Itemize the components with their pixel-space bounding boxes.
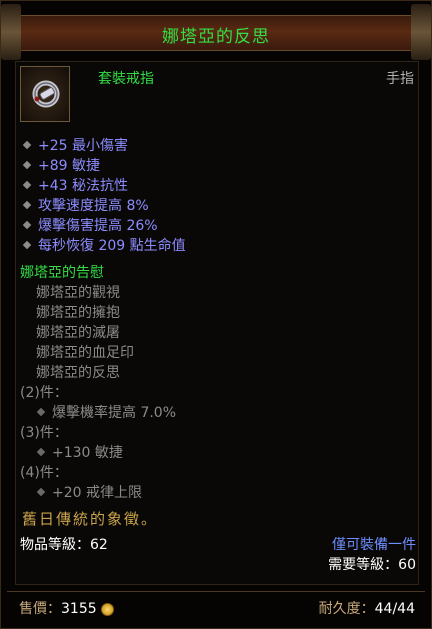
set-piece: 娜塔亞的滅屠 xyxy=(36,325,120,341)
set-bonus-count: (3)件： xyxy=(20,425,68,441)
bullet-icon xyxy=(22,240,32,250)
item-type: 套裝戒指 xyxy=(98,71,154,87)
durability-label: 耐久度： xyxy=(318,601,375,617)
item-level: 物品等級：62 xyxy=(20,537,108,553)
affix-line: 每秒恢復 209 點生命值 xyxy=(22,236,186,256)
item-name: 娜塔亞的反思 xyxy=(162,27,270,47)
set-bonus-effect: +130 敏捷 xyxy=(36,442,123,462)
durability: 耐久度：44/44 xyxy=(319,598,415,618)
item-icon-frame xyxy=(20,66,70,122)
set-bonus-count: (4)件： xyxy=(20,465,68,481)
set-bonus-text: +20 戒律上限 xyxy=(52,485,142,501)
tooltip-body: 套裝戒指 手指 +25 最小傷害 +89 敏捷 +43 秘法抗性 攻擊速度提高 … xyxy=(15,61,419,585)
set-bonus-effect: 爆擊機率提高 7.0% xyxy=(36,402,177,422)
bullet-icon xyxy=(36,407,46,417)
equip-restriction: 僅可裝備一件 xyxy=(332,537,416,553)
affix-text: 每秒恢復 209 點生命值 xyxy=(38,238,186,254)
gold-coin-icon xyxy=(100,602,114,616)
item-tooltip: 娜塔亞的反思 套裝戒指 手指 +25 最小傷害 +89 敏捷 +43 秘法抗性 … xyxy=(0,0,432,629)
affix-line: +25 最小傷害 xyxy=(22,136,128,156)
title-bar: 娜塔亞的反思 xyxy=(1,4,431,60)
flavor-text: 舊日傳統的象徵。 xyxy=(22,510,159,528)
sell-price-label: 售價： xyxy=(19,601,61,617)
required-level: 需要等級：60 xyxy=(328,557,416,573)
durability-value: 44/44 xyxy=(374,601,415,617)
set-name: 娜塔亞的告慰 xyxy=(20,265,104,281)
set-piece: 娜塔亞的血足印 xyxy=(36,345,134,361)
tooltip-footer: 售價：3155 耐久度：44/44 xyxy=(7,591,425,622)
affix-text: +43 秘法抗性 xyxy=(38,178,128,194)
bullet-icon xyxy=(22,180,32,190)
affix-text: +89 敏捷 xyxy=(38,158,100,174)
set-bonus-count: (2)件： xyxy=(20,385,68,401)
bullet-icon xyxy=(22,160,32,170)
bullet-icon xyxy=(36,447,46,457)
set-piece: 娜塔亞的擁抱 xyxy=(36,305,120,321)
affix-text: +25 最小傷害 xyxy=(38,138,128,154)
set-piece: 娜塔亞的觀視 xyxy=(36,285,120,301)
sell-price: 售價：3155 xyxy=(19,598,114,618)
set-bonus-effect: +20 戒律上限 xyxy=(36,482,142,502)
ring-icon xyxy=(32,80,60,108)
affix-line: 攻擊速度提高 8% xyxy=(22,196,149,216)
affix-text: 爆擊傷害提高 26% xyxy=(38,218,158,234)
bullet-icon xyxy=(22,140,32,150)
set-piece: 娜塔亞的反思 xyxy=(36,365,120,381)
affix-line: 爆擊傷害提高 26% xyxy=(22,216,158,236)
affix-line: +89 敏捷 xyxy=(22,156,100,176)
item-slot: 手指 xyxy=(386,71,414,87)
bullet-icon xyxy=(36,487,46,497)
set-bonus-text: +130 敏捷 xyxy=(52,445,123,461)
bullet-icon xyxy=(22,200,32,210)
sell-price-value: 3155 xyxy=(61,601,97,617)
set-bonus-text: 爆擊機率提高 7.0% xyxy=(52,405,177,421)
bullet-icon xyxy=(22,220,32,230)
affix-text: 攻擊速度提高 8% xyxy=(38,198,149,214)
affix-line: +43 秘法抗性 xyxy=(22,176,128,196)
title-bar-right-ornament xyxy=(411,4,431,60)
